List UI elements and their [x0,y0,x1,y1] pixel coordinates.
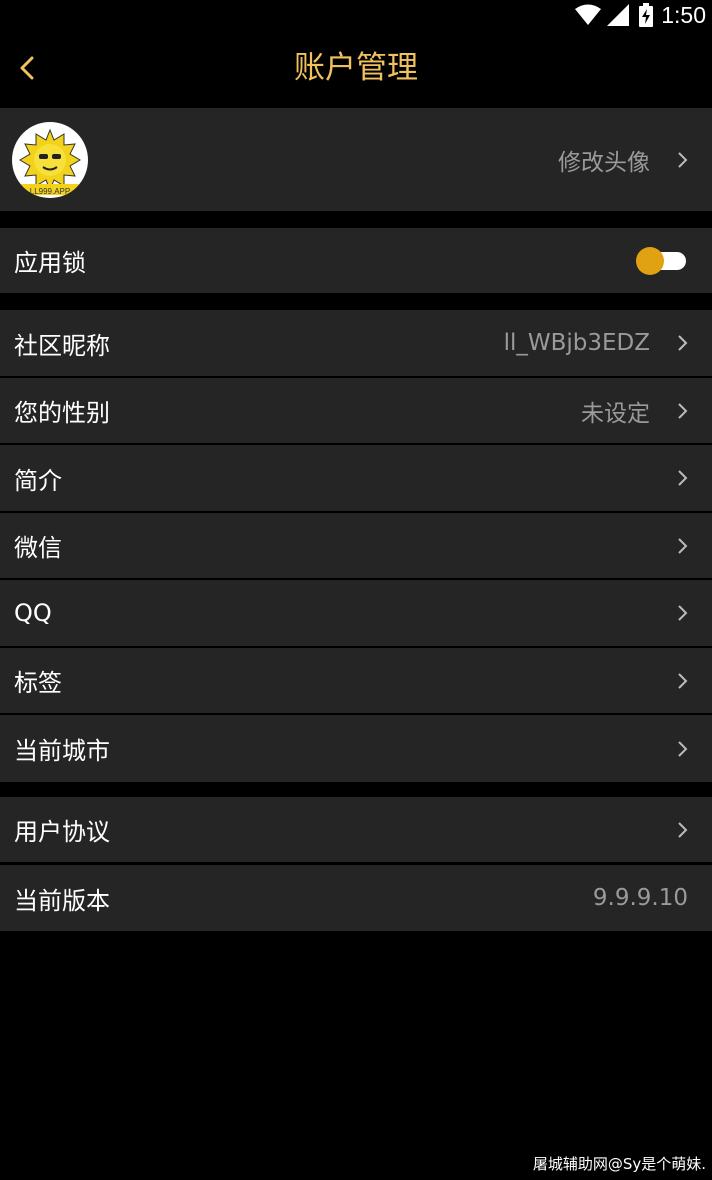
row-value: ll_WBjb3EDZ [503,330,650,356]
settings-row-city[interactable]: 当前城市 [0,715,712,782]
settings-row-bio[interactable]: 简介 [0,445,712,511]
app-lock-toggle[interactable] [636,246,688,275]
avatar[interactable]: LL999.APP [12,122,88,198]
row-label: 当前城市 [14,737,110,765]
settings-row-gender[interactable]: 您的性别 未设定 [0,378,712,443]
row-label: 您的性别 [14,399,110,427]
row-value: 未设定 [581,400,650,427]
battery-charging-icon [639,3,654,27]
chevron-right-icon [678,740,688,757]
row-label: QQ [14,599,52,627]
avatar-row[interactable]: LL999.APP 修改头像 [0,108,712,211]
app-bar: 账户管理 [0,30,712,106]
settings-row-user-agreement[interactable]: 用户协议 [0,797,712,862]
chevron-right-icon [678,821,688,838]
page-title: 账户管理 [294,50,418,86]
chevron-right-icon [678,605,688,621]
settings-row-qq[interactable]: QQ [0,580,712,646]
row-label: 社区昵称 [14,331,110,360]
version-value: 9.9.9.10 [592,885,688,911]
watermark-text: 屠城辅助网@Sy是个萌妹. [532,1155,706,1173]
app-lock-row: 应用锁 [0,228,712,293]
settings-row-wechat[interactable]: 微信 [0,513,712,578]
cell-signal-icon [607,4,630,26]
chevron-right-icon [678,151,688,168]
row-label: 用户协议 [14,818,110,846]
toggle-thumb [636,246,664,275]
row-label: 简介 [14,466,62,495]
row-label: 当前版本 [14,886,110,915]
change-avatar-label: 修改头像 [558,149,650,176]
chevron-right-icon [678,672,688,689]
chevron-right-icon [678,402,688,419]
account-management-screen: 1:50 账户管理 LL999.APP 修改头像 应用锁 社区昵称 ll_WBj… [0,0,712,1180]
chevron-right-icon [678,537,688,554]
wifi-icon [575,4,602,25]
row-label: 标签 [14,669,62,697]
status-icons: 1:50 [575,0,706,30]
app-lock-label: 应用锁 [14,249,86,277]
status-bar: 1:50 [0,0,712,30]
chevron-right-icon [678,470,688,486]
status-time: 1:50 [661,1,706,28]
settings-row-tags[interactable]: 标签 [0,648,712,713]
row-label: 微信 [14,534,62,562]
settings-row-nickname[interactable]: 社区昵称 ll_WBjb3EDZ [0,310,712,376]
avatar-badge-text: LL999.APP [29,187,71,196]
settings-row-version: 当前版本 9.9.9.10 [0,865,712,931]
chevron-right-icon [678,335,688,351]
